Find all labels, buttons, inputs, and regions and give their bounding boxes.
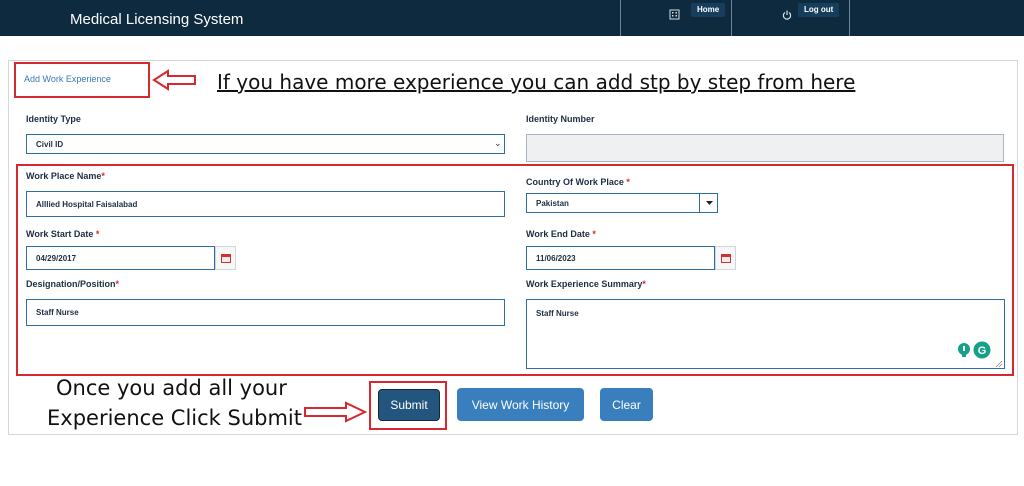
nav-divider [849,0,850,36]
bottom-annotation-line2: Experience Click Submit [47,406,302,430]
app-title: Medical Licensing System [70,11,244,28]
work-start-date-label: Work Start Date * [26,229,100,239]
work-end-date-input[interactable]: 11/06/2023 [526,246,715,270]
svg-text:G: G [978,345,987,357]
designation-input[interactable]: Staff Nurse [26,299,505,326]
arrow-left-icon [152,69,196,91]
identity-type-value: Civil ID [36,139,64,149]
resize-handle-icon[interactable] [995,360,1003,368]
home-button[interactable]: Home [691,3,726,17]
start-date-calendar-button[interactable] [215,246,236,270]
highlight-box [14,62,150,98]
arrow-right-icon [304,401,368,423]
country-dropdown-toggle[interactable] [699,193,718,213]
view-work-history-button[interactable]: View Work History [457,388,584,421]
identity-type-select[interactable]: Civil ID [26,134,505,154]
summary-label: Work Experience Summary* [526,279,646,289]
caret-down-icon [706,201,713,205]
work-place-name-label: Work Place Name* [26,171,105,181]
country-select[interactable]: Pakistan [526,193,718,213]
bottom-annotation-line1: Once you add all your [56,376,287,400]
submit-button[interactable]: Submit [378,389,440,421]
lightbulb-icon[interactable] [957,342,971,358]
clear-button[interactable]: Clear [600,388,653,421]
country-label: Country Of Work Place * [526,177,630,187]
logout-button[interactable]: Log out [798,3,840,17]
identity-number-field[interactable] [526,134,1004,162]
nav-divider [620,0,621,36]
work-place-name-input[interactable]: Alllied Hospital Faisalabad [26,191,505,217]
identity-type-label: Identity Type [26,114,81,124]
end-date-calendar-button[interactable] [715,246,736,270]
calendar-icon [221,254,231,263]
top-annotation: If you have more experience you can add … [217,70,856,94]
nav-divider [731,0,732,36]
chevron-down-icon: ⌄ [494,138,502,148]
grammarly-icon[interactable]: G [973,341,991,359]
designation-label: Designation/Position* [26,279,120,289]
work-end-date-label: Work End Date * [526,229,596,239]
power-icon [782,9,792,23]
identity-number-label: Identity Number [526,114,595,124]
building-icon [669,9,680,23]
top-navbar: Medical Licensing System Home Log out [0,0,1024,36]
summary-textarea[interactable]: Staff Nurse [526,299,1005,369]
work-start-date-input[interactable]: 04/29/2017 [26,246,215,270]
calendar-icon [721,254,731,263]
